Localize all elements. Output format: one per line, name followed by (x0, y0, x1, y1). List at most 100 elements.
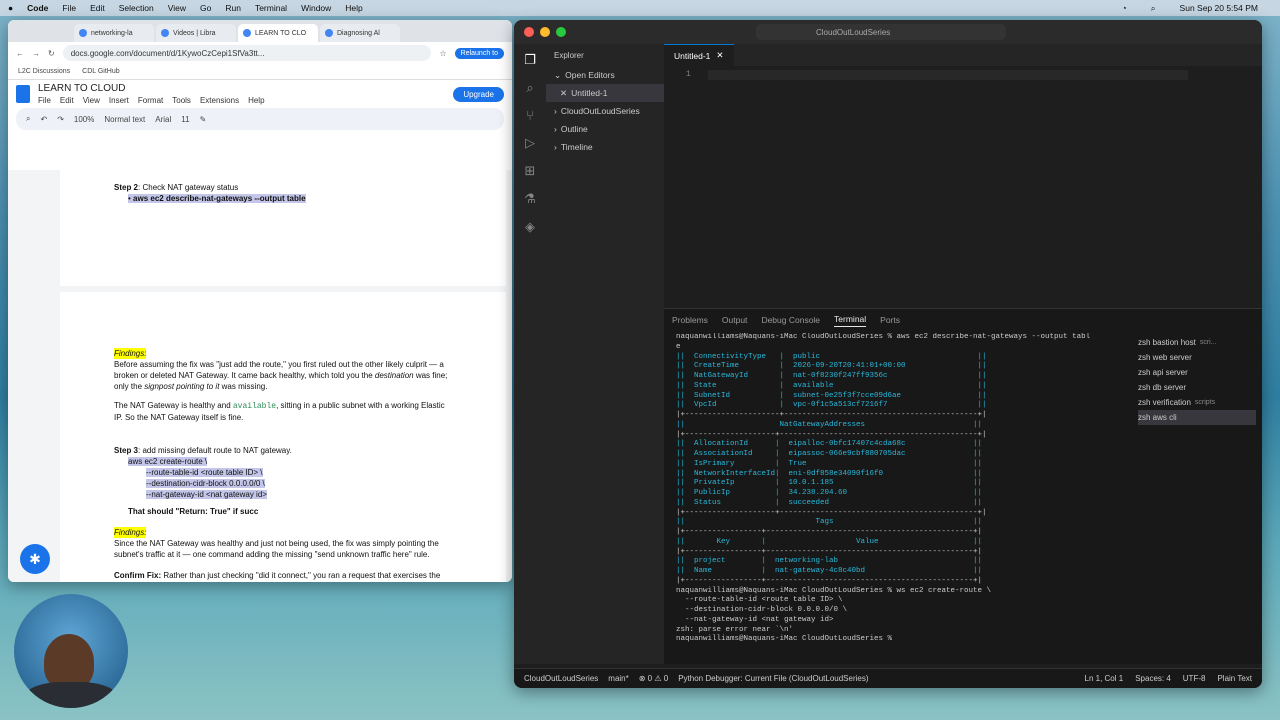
source-control-icon[interactable]: ⑂ (526, 108, 534, 123)
minimize-icon[interactable] (540, 27, 550, 37)
tab-learn-to-cloud[interactable]: LEARN TO CLO (238, 24, 318, 42)
doc-title[interactable]: LEARN TO CLOUD (38, 83, 265, 94)
extensions-icon[interactable]: ⊞ (525, 163, 536, 179)
apple-icon[interactable]: ● (8, 3, 13, 13)
code-editor[interactable]: 1 (664, 66, 1262, 306)
terminal-db[interactable]: zsh db server (1138, 380, 1256, 395)
status-language[interactable]: Plain Text (1217, 674, 1252, 683)
terminal-line: --route-table-id <route table ID> \ (676, 596, 843, 605)
reload-icon[interactable]: ↻ (48, 49, 55, 58)
status-folder[interactable]: CloudOutLoudSeries (524, 674, 598, 683)
terminal-line: || IsPrimary | True || (676, 459, 983, 468)
menu-app-name[interactable]: Code (27, 3, 48, 13)
bookmark-cdl[interactable]: CDL GitHub (82, 68, 119, 75)
terminal-line: naquanwilliams@Naquans-iMac CloudOutLoud… (676, 635, 897, 644)
run-debug-icon[interactable]: ▷ (525, 135, 535, 151)
relaunch-button[interactable]: Relaunch to (454, 47, 504, 59)
terminal-verification[interactable]: zsh verification scripts (1138, 395, 1256, 410)
panel-tab-ports[interactable]: Ports (880, 315, 900, 325)
open-file-untitled[interactable]: ✕ Untitled-1 (546, 84, 664, 102)
upgrade-button[interactable]: Upgrade (453, 86, 504, 102)
terminal-bastion[interactable]: zsh bastion host scri... (1138, 335, 1256, 350)
maximize-icon[interactable] (556, 27, 566, 37)
terminal-line: naquanwilliams@Naquans-iMac CloudOutLoud… (676, 333, 1091, 341)
status-problems[interactable]: ⊗ 0 ⚠ 0 (639, 674, 668, 683)
undo-icon[interactable]: ↶ (40, 115, 47, 124)
docs-menu-extensions[interactable]: Extensions (200, 96, 239, 105)
docs-icon (243, 29, 251, 37)
panel-tab-problems[interactable]: Problems (672, 315, 708, 325)
redo-icon[interactable]: ↷ (57, 115, 64, 124)
docs-menu-edit[interactable]: Edit (60, 96, 74, 105)
github-icon (79, 29, 87, 37)
menu-run[interactable]: Run (225, 3, 241, 13)
forward-icon[interactable]: → (32, 49, 40, 58)
menu-go[interactable]: Go (200, 3, 211, 13)
outline-section[interactable]: › Outline (546, 120, 664, 138)
status-debugger[interactable]: Python Debugger: Current File (CloudOutL… (678, 674, 868, 683)
line-number: 1 (686, 70, 691, 79)
panel-tab-terminal[interactable]: Terminal (834, 314, 867, 327)
menu-selection[interactable]: Selection (119, 3, 154, 13)
status-branch[interactable]: main* (608, 674, 628, 683)
menubar-clock[interactable]: Sun Sep 20 5:54 PM (1180, 3, 1258, 14)
status-position[interactable]: Ln 1, Col 1 (1085, 674, 1124, 683)
terminal-web[interactable]: zsh web server (1138, 350, 1256, 365)
close-tab-icon[interactable]: ✕ (716, 50, 723, 61)
search-menus-icon[interactable]: ⌕ (26, 114, 30, 124)
testing-icon[interactable]: ⚗ (524, 191, 536, 207)
step2-line: Step 2: Check NAT gateway status (114, 183, 239, 192)
panel-tab-debug-console[interactable]: Debug Console (761, 315, 820, 325)
status-encoding[interactable]: UTF-8 (1183, 674, 1206, 683)
zoom-select[interactable]: 100% (74, 115, 94, 124)
panel-tab-output[interactable]: Output (722, 315, 748, 325)
python-icon[interactable]: ◈ (525, 219, 535, 235)
docs-menu-view[interactable]: View (83, 96, 100, 105)
pen-icon[interactable]: ✎ (200, 115, 207, 124)
menu-terminal[interactable]: Terminal (255, 3, 287, 13)
tab-networking[interactable]: networking-la (74, 24, 154, 42)
tab-videos[interactable]: Videos | Libra (156, 24, 236, 42)
terminal-line: --destination-cidr-block 0.0.0.0/0 \ (676, 606, 848, 614)
font-size-field[interactable]: 11 (181, 115, 189, 124)
tab-untitled-1[interactable]: Untitled-1 ✕ (664, 44, 734, 66)
docs-menu-insert[interactable]: Insert (109, 96, 129, 105)
search-icon[interactable]: ⌕ (1151, 3, 1156, 14)
close-icon[interactable] (524, 27, 534, 37)
font-select[interactable]: Arial (155, 115, 171, 124)
menu-edit[interactable]: Edit (90, 3, 105, 13)
open-editors-section[interactable]: ⌄ Open Editors (546, 66, 664, 84)
docs-menu-file[interactable]: File (38, 96, 51, 105)
terminal-line: || PrivateIp | 10.0.1.185 || (676, 479, 983, 488)
terminal-api[interactable]: zsh api server (1138, 365, 1256, 380)
wifi-icon[interactable]: ◔ (1122, 3, 1127, 14)
docs-menu-help[interactable]: Help (248, 96, 264, 105)
menu-file[interactable]: File (62, 3, 76, 13)
star-icon[interactable]: ☆ (439, 49, 446, 58)
bookmarks-bar: L2C Discussions CDL GitHub (8, 64, 512, 80)
menu-view[interactable]: View (168, 3, 186, 13)
gemini-fab-icon[interactable]: ✱ (20, 544, 50, 574)
tab-diagnosing[interactable]: Diagnosing Al (320, 24, 400, 42)
person-shirt (24, 682, 118, 708)
terminal-output[interactable]: naquanwilliams@Naquans-iMac CloudOutLoud… (676, 333, 1136, 663)
status-spaces[interactable]: Spaces: 4 (1135, 674, 1171, 683)
docs-menu-tools[interactable]: Tools (172, 96, 191, 105)
url-field[interactable]: docs.google.com/document/d/1KywoCzCepi1S… (62, 45, 432, 61)
back-icon[interactable]: ← (16, 49, 24, 58)
terminal-aws-cli[interactable]: zsh aws cli (1138, 410, 1256, 425)
search-icon[interactable]: ⌕ (526, 80, 533, 96)
menu-window[interactable]: Window (301, 3, 331, 13)
menu-help[interactable]: Help (345, 3, 362, 13)
timeline-section[interactable]: › Timeline (546, 138, 664, 156)
bookmark-l2c[interactable]: L2C Discussions (18, 68, 70, 75)
explorer-icon[interactable]: ❐ (524, 52, 536, 68)
terminal-line: || Tags || (676, 518, 983, 527)
folder-section[interactable]: › CloudOutLoudSeries (546, 102, 664, 120)
doc-page-2: Findings: Before assuming the fix was "j… (60, 292, 506, 582)
bottom-panel: Problems Output Debug Console Terminal P… (664, 308, 1262, 664)
style-select[interactable]: Normal text (104, 115, 145, 124)
explorer-sidebar: Explorer ⌄ Open Editors ✕ Untitled-1 › C… (546, 44, 664, 664)
docs-menu-format[interactable]: Format (138, 96, 163, 105)
command-center[interactable]: CloudOutLoudSeries (756, 24, 1006, 40)
